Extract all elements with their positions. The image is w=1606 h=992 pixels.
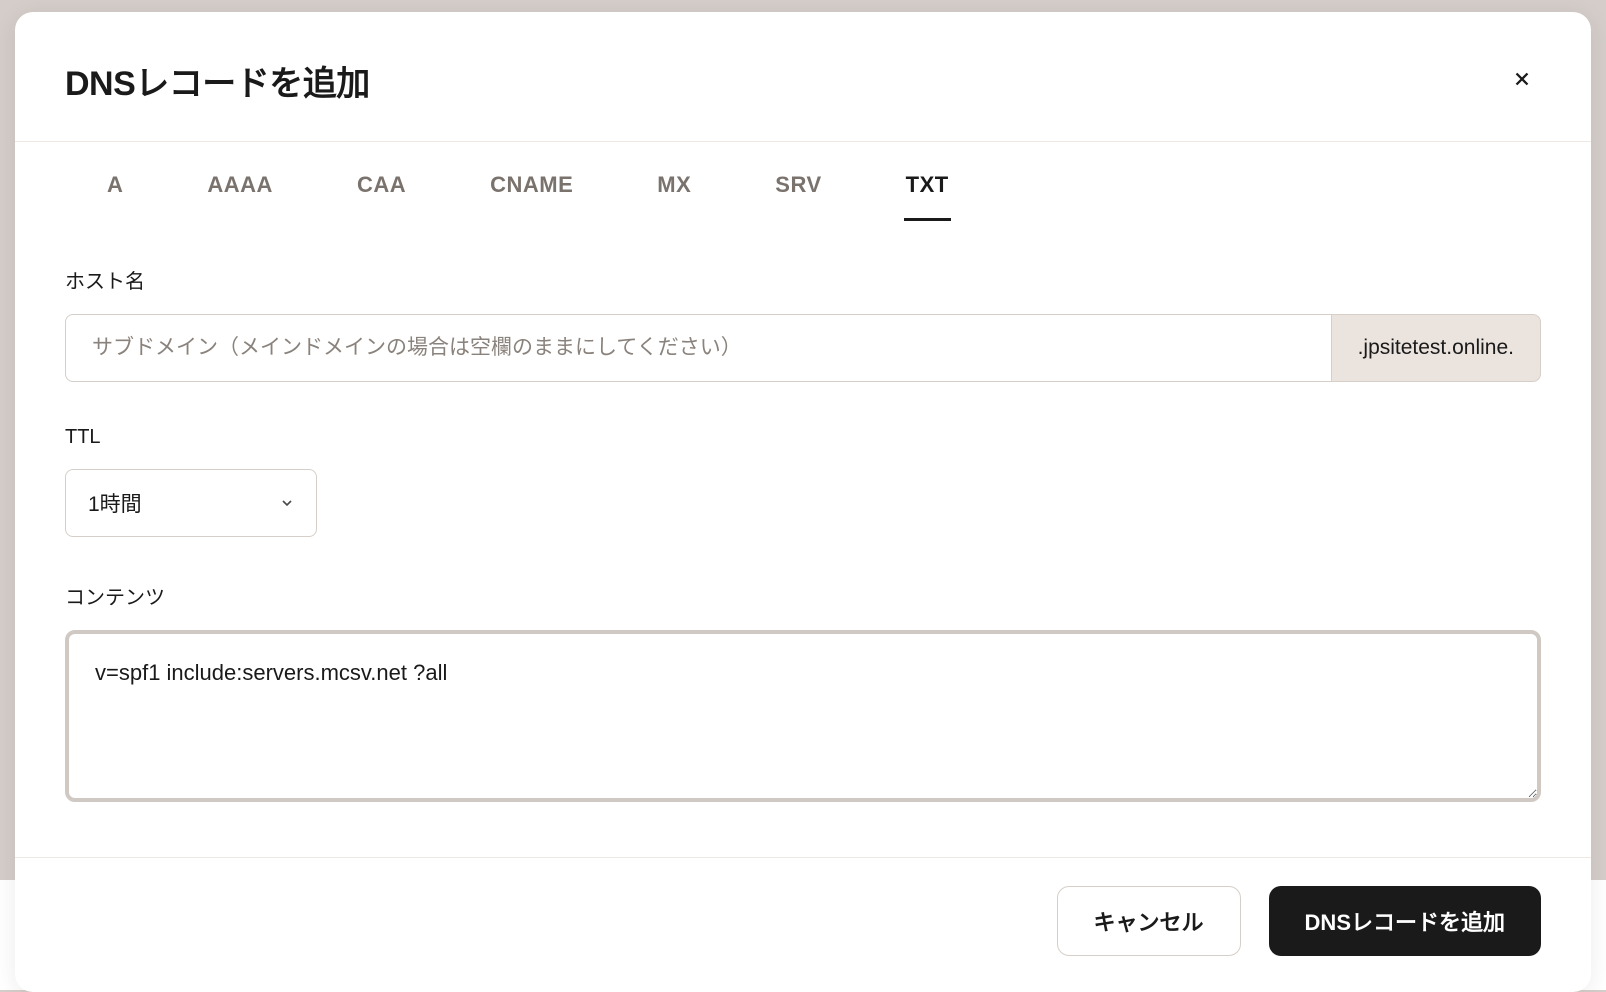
record-type-tabs: A AAAA CAA CNAME MX SRV TXT xyxy=(65,142,1541,221)
submit-button[interactable]: DNSレコードを追加 xyxy=(1269,886,1541,956)
ttl-label: TTL xyxy=(65,426,1541,449)
ttl-field-group: TTL 1時間 xyxy=(65,426,1541,537)
content-label: コンテンツ xyxy=(65,581,1541,610)
tab-cname[interactable]: CNAME xyxy=(488,172,575,221)
ttl-select[interactable]: 1時間 xyxy=(65,469,317,537)
ttl-select-wrap: 1時間 xyxy=(65,469,317,537)
cancel-button[interactable]: キャンセル xyxy=(1057,886,1241,956)
modal-title: DNSレコードを追加 xyxy=(65,56,370,105)
content-textarea[interactable] xyxy=(65,630,1541,802)
tab-mx[interactable]: MX xyxy=(655,172,693,221)
modal-body: A AAAA CAA CNAME MX SRV TXT ホスト名 .jpsite… xyxy=(15,142,1591,857)
content-field-group: コンテンツ xyxy=(65,581,1541,807)
hostname-label: ホスト名 xyxy=(65,265,1541,294)
tab-aaaa[interactable]: AAAA xyxy=(205,172,275,221)
close-button[interactable] xyxy=(1503,60,1541,101)
domain-suffix: .jpsitetest.online. xyxy=(1332,314,1541,382)
add-dns-record-modal: DNSレコードを追加 A AAAA CAA CNAME MX SRV TXT ホ… xyxy=(15,12,1591,992)
tab-txt[interactable]: TXT xyxy=(904,172,951,221)
hostname-input[interactable] xyxy=(65,314,1332,382)
modal-header: DNSレコードを追加 xyxy=(15,12,1591,142)
hostname-input-row: .jpsitetest.online. xyxy=(65,314,1541,382)
tab-a[interactable]: A xyxy=(105,172,125,221)
modal-footer: キャンセル DNSレコードを追加 xyxy=(15,857,1591,992)
close-icon xyxy=(1511,68,1533,93)
hostname-field-group: ホスト名 .jpsitetest.online. xyxy=(65,265,1541,382)
tab-caa[interactable]: CAA xyxy=(355,172,408,221)
tab-srv[interactable]: SRV xyxy=(773,172,823,221)
